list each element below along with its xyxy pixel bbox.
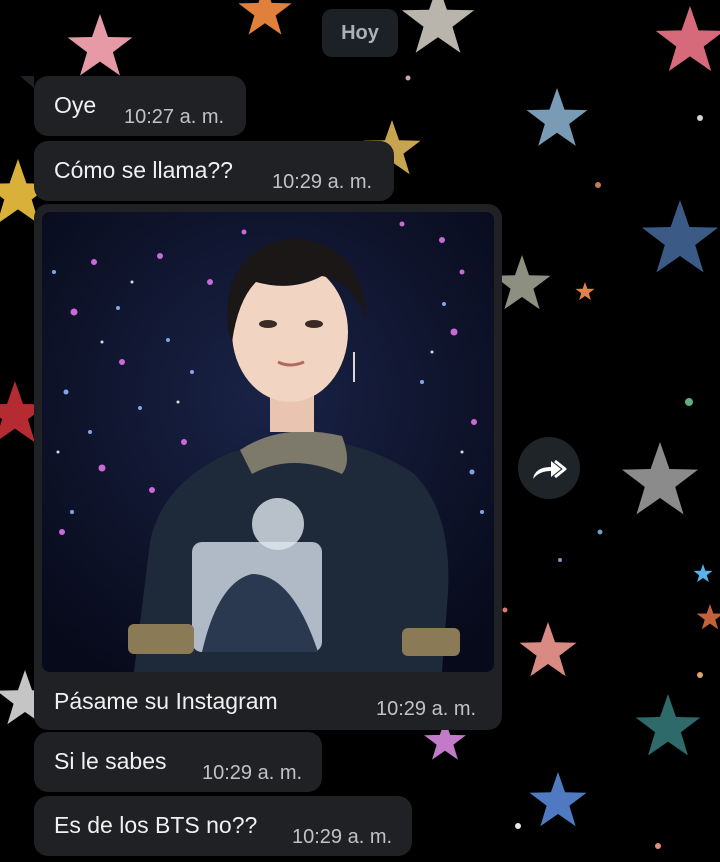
message-bubble[interactable]: Oye 10:27 a. m. [20, 76, 246, 136]
message-text: Es de los BTS no?? [54, 812, 258, 838]
shared-photo[interactable] [42, 212, 494, 672]
message-time: 10:29 a. m. [292, 826, 393, 848]
message-time: 10:29 a. m. [202, 762, 303, 784]
bubble-tail [20, 76, 34, 88]
message-time: 10:27 a. m. [124, 106, 225, 128]
message-time: 10:29 a. m. [376, 698, 477, 720]
message-bubble[interactable]: Es de los BTS no?? 10:29 a. m. [34, 796, 412, 856]
message-bubble[interactable]: Cómo se llama?? 10:29 a. m. [34, 141, 394, 201]
concert-photo-image [42, 212, 494, 672]
date-separator: Hoy [322, 9, 398, 57]
forward-icon [533, 459, 567, 479]
message-text: Cómo se llama?? [54, 157, 233, 183]
message-time: 10:29 a. m. [272, 171, 373, 193]
message-bubble[interactable]: Si le sabes 10:29 a. m. [34, 732, 322, 792]
message-text: Pásame su Instagram [54, 688, 278, 714]
message-text: Si le sabes [54, 748, 167, 774]
forward-button[interactable] [518, 437, 580, 499]
message-text: Oye [54, 92, 97, 118]
